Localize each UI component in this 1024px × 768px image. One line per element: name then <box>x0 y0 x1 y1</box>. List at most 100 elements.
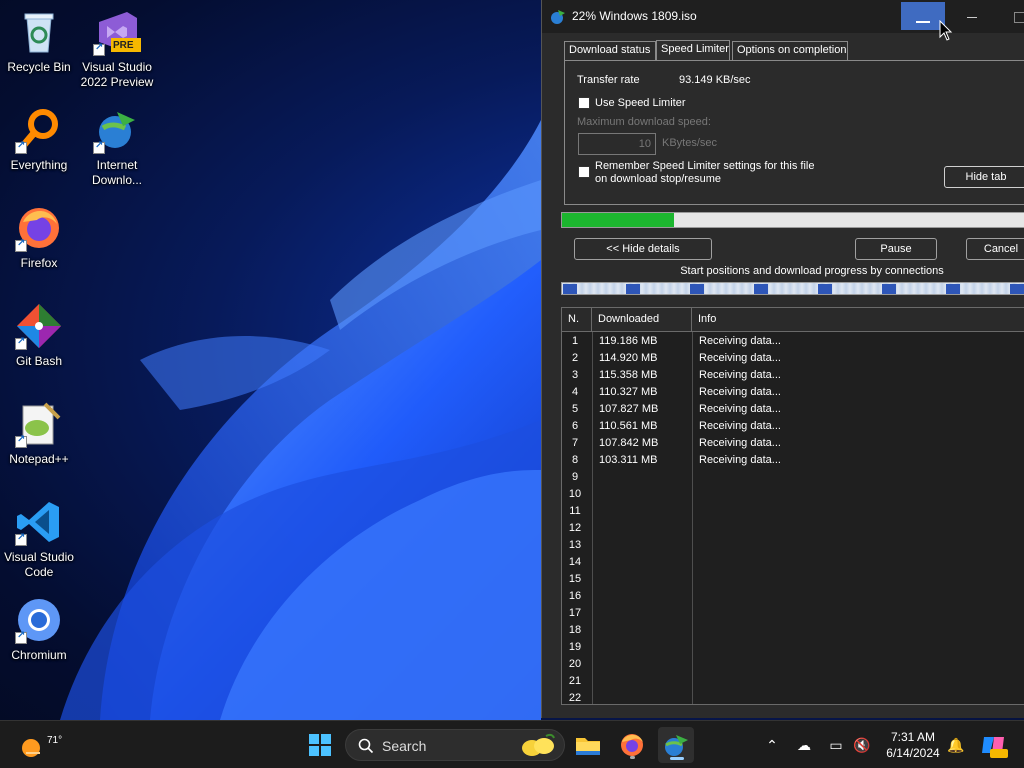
table-row[interactable]: 9 <box>562 471 1024 488</box>
notification-bell-icon[interactable]: 🔔 <box>946 735 966 755</box>
column-header-downloaded[interactable]: Downloaded <box>592 308 692 332</box>
download-window[interactable]: 22% Windows 1809.iso Download status Spe… <box>541 0 1024 718</box>
system-clock[interactable]: 7:31 AM 6/14/2024 <box>880 729 946 761</box>
cell-info: Receiving data... <box>699 437 781 449</box>
shortcut-arrow-icon <box>93 140 105 154</box>
desktop-icon-everything[interactable]: Everything <box>0 106 78 173</box>
volume-mute-icon[interactable]: 🔇 <box>852 735 872 755</box>
max-speed-input[interactable]: 10 <box>578 133 656 155</box>
connections-progress-bar <box>561 282 1024 295</box>
max-speed-label: Maximum download speed: <box>577 116 711 128</box>
window-title: 22% Windows 1809.iso <box>572 9 697 23</box>
chevron-up-icon[interactable]: ⌃ <box>762 735 782 755</box>
table-row[interactable]: 22 <box>562 692 1024 709</box>
transfer-rate-value: 93.149 KB/sec <box>679 74 751 86</box>
desktop-icon-visual-studio-preview[interactable]: PRE Visual Studio 2022 Preview <box>78 8 156 90</box>
table-row[interactable]: 5 107.827 MB Receiving data... <box>562 403 1024 420</box>
transfer-rate-label: Transfer rate <box>577 74 640 86</box>
cell-downloaded: 115.358 MB <box>599 369 658 381</box>
cell-n: 22 <box>568 692 582 704</box>
tab-download-status[interactable]: Download status <box>564 41 656 60</box>
desktop-icon-label: Git Bash <box>15 354 63 368</box>
desktop-icon-recycle-bin[interactable]: Recycle Bin <box>0 8 78 75</box>
vscode-icon <box>15 498 63 546</box>
table-row[interactable]: 1 119.186 MB Receiving data... <box>562 335 1024 352</box>
connections-table[interactable]: N. Downloaded Info 1 119.186 MB Receiving … <box>561 307 1024 705</box>
table-row[interactable]: 4 110.327 MB Receiving data... <box>562 386 1024 403</box>
onedrive-icon[interactable]: ☁ <box>794 735 814 755</box>
table-row[interactable]: 17 <box>562 607 1024 624</box>
connections-label: Start positions and download progress by… <box>680 265 944 277</box>
pause-button[interactable]: Pause <box>855 238 937 260</box>
network-icon[interactable]: ▭ <box>826 735 846 755</box>
cell-n: 13 <box>568 539 582 551</box>
table-row[interactable]: 12 <box>562 522 1024 539</box>
preview-badge: PRE <box>113 40 134 51</box>
column-header-n[interactable]: N. <box>562 308 592 332</box>
table-row[interactable]: 13 <box>562 539 1024 556</box>
desktop-icon-notepad-plus-plus[interactable]: Notepad++ <box>0 400 78 467</box>
cell-info: Receiving data... <box>699 369 781 381</box>
max-speed-unit: KBytes/sec <box>662 137 718 149</box>
desktop-icon-chromium[interactable]: Chromium <box>0 596 78 663</box>
maximize-button[interactable] <box>952 2 996 30</box>
taskbar-search-box[interactable]: Search <box>345 729 565 761</box>
table-row[interactable]: 11 <box>562 505 1024 522</box>
desktop-icon-vscode[interactable]: Visual Studio Code <box>0 498 78 580</box>
table-row[interactable]: 2 114.920 MB Receiving data... <box>562 352 1024 369</box>
cell-n: 12 <box>568 522 582 534</box>
table-row[interactable]: 19 <box>562 641 1024 658</box>
hide-tab-button[interactable]: Hide tab <box>944 166 1024 188</box>
connection-segment <box>1010 284 1024 294</box>
desktop-icon-label: Internet Downlo... <box>91 158 143 187</box>
active-indicator <box>670 757 684 760</box>
desktop-icon-internet-download-manager[interactable]: Internet Downlo... <box>78 106 156 188</box>
table-row[interactable]: 14 <box>562 556 1024 573</box>
taskbar-firefox[interactable] <box>614 727 650 763</box>
cell-downloaded: 107.827 MB <box>599 403 659 415</box>
table-row[interactable]: 10 <box>562 488 1024 505</box>
use-speed-limiter-checkbox[interactable] <box>578 97 590 109</box>
cell-n: 5 <box>571 403 579 415</box>
table-row[interactable]: 21 <box>562 675 1024 692</box>
taskbar-internet-download-manager[interactable] <box>658 727 694 763</box>
cell-n: 16 <box>568 590 582 602</box>
table-row[interactable]: 18 <box>562 624 1024 641</box>
desktop-icon-git-bash[interactable]: Git Bash <box>0 302 78 369</box>
start-button[interactable] <box>302 727 338 763</box>
cell-n: 4 <box>571 386 579 398</box>
table-row[interactable]: 20 <box>562 658 1024 675</box>
visual-studio-preview-icon: PRE <box>93 8 141 56</box>
table-row[interactable]: 3 115.358 MB Receiving data... <box>562 369 1024 386</box>
cell-n: 18 <box>568 624 582 636</box>
remember-settings-checkbox[interactable] <box>578 166 590 178</box>
close-button[interactable] <box>1004 2 1024 30</box>
table-row[interactable]: 7 107.842 MB Receiving data... <box>562 437 1024 454</box>
cell-downloaded: 119.186 MB <box>599 335 658 347</box>
connection-segment <box>563 284 577 294</box>
table-row[interactable]: 6 110.561 MB Receiving data... <box>562 420 1024 437</box>
copilot-button[interactable] <box>976 727 1012 763</box>
cancel-button[interactable]: Cancel <box>966 238 1024 260</box>
running-indicator <box>630 756 635 759</box>
cell-n: 15 <box>568 573 582 585</box>
taskbar-file-explorer[interactable] <box>570 727 606 763</box>
hide-details-button[interactable]: << Hide details <box>574 238 712 260</box>
git-bash-icon <box>15 302 63 350</box>
tab-options-on-completion[interactable]: Options on completion <box>732 41 848 60</box>
table-row[interactable]: 16 <box>562 590 1024 607</box>
connection-segment <box>626 284 640 294</box>
tab-speed-limiter[interactable]: Speed Limiter <box>656 40 730 61</box>
weather-widget[interactable]: 71° <box>14 727 62 763</box>
shortcut-arrow-icon <box>15 630 27 644</box>
cell-n: 9 <box>571 471 579 483</box>
desktop-icon-firefox[interactable]: Firefox <box>0 204 78 271</box>
cell-info: Receiving data... <box>699 420 781 432</box>
table-row[interactable]: 15 <box>562 573 1024 590</box>
shortcut-arrow-icon <box>93 42 105 56</box>
remember-settings-label-line2: on download stop/resume <box>595 173 721 185</box>
cell-info: Receiving data... <box>699 454 781 466</box>
table-row[interactable]: 8 103.311 MB Receiving data... <box>562 454 1024 471</box>
column-header-info[interactable]: Info <box>692 308 1024 332</box>
download-progress-bar <box>561 212 1024 228</box>
